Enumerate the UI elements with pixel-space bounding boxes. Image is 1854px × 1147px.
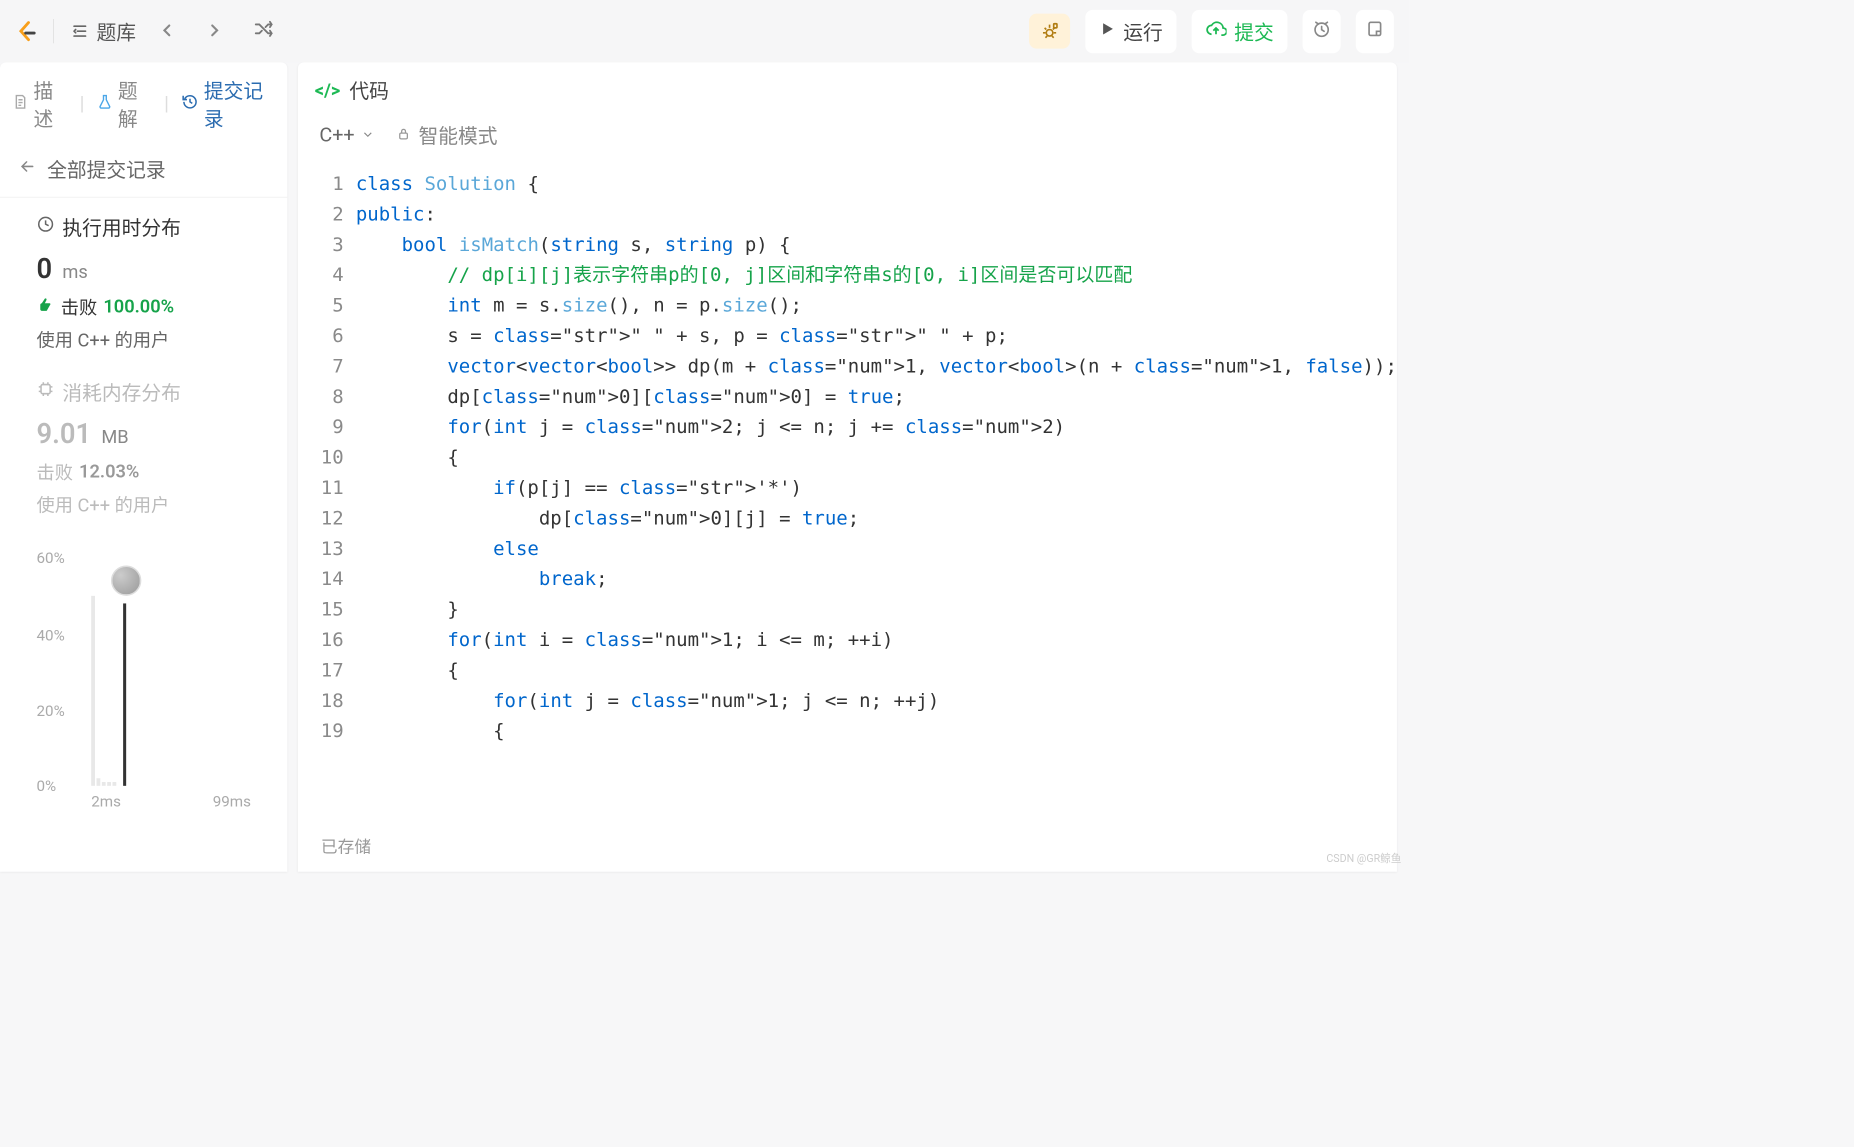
code-editor[interactable]: 12345678910111213141516171819 class Solu… xyxy=(298,166,1397,820)
memory-beat-prefix: 击败 xyxy=(36,458,72,485)
tab-divider: | xyxy=(164,93,169,116)
debug-button[interactable] xyxy=(1029,14,1070,49)
chart-bar xyxy=(107,782,111,786)
ytick: 20% xyxy=(36,701,64,719)
clap-icon xyxy=(36,295,54,318)
toolbar-divider xyxy=(53,19,54,43)
language-label: C++ xyxy=(319,124,354,147)
xtick-right: 99ms xyxy=(213,792,251,810)
prev-problem-button[interactable] xyxy=(151,16,183,47)
chip-icon xyxy=(36,380,54,404)
left-panel: 描述 | 题解 | 提交记录 xyxy=(0,62,287,871)
top-toolbar: 题库 运行 xyxy=(0,0,1409,62)
tab-history-label: 提交记录 xyxy=(204,76,274,132)
back-arrow-icon xyxy=(18,157,36,181)
runtime-value: 0 xyxy=(36,253,52,285)
next-problem-button[interactable] xyxy=(198,16,230,47)
runtime-title: 执行用时分布 xyxy=(62,213,181,241)
clock-outline-icon xyxy=(36,215,54,239)
tab-solution-label: 题解 xyxy=(118,76,152,132)
submission-tabs: 描述 | 题解 | 提交记录 xyxy=(0,62,287,147)
chart-bar xyxy=(97,778,101,786)
clock-icon xyxy=(1312,19,1332,44)
code-icon: </> xyxy=(315,79,340,100)
code-content[interactable]: class Solution {public: bool isMatch(str… xyxy=(356,169,1397,820)
notes-button[interactable] xyxy=(1356,10,1394,53)
list-icon xyxy=(69,21,90,42)
note-icon xyxy=(1365,19,1385,44)
chart-bars xyxy=(91,558,251,786)
ytick: 0% xyxy=(36,777,56,795)
tab-description-label: 描述 xyxy=(33,76,67,132)
chevron-down-icon xyxy=(361,124,375,147)
tab-divider: | xyxy=(80,93,85,116)
ytick: 40% xyxy=(36,626,64,644)
run-button[interactable]: 运行 xyxy=(1085,10,1176,53)
timer-button[interactable] xyxy=(1303,10,1341,53)
flask-icon xyxy=(97,93,114,116)
submit-label: 提交 xyxy=(1234,17,1274,45)
code-panel: </> 代码 C++ 智能模式 12345678910111 xyxy=(298,62,1397,871)
runtime-unit: ms xyxy=(62,261,87,282)
chart-bar xyxy=(102,782,106,786)
chart-bar xyxy=(113,782,117,786)
runtime-beat-pct: 100.00% xyxy=(103,295,174,316)
leetcode-logo-icon[interactable] xyxy=(15,20,38,43)
doc-icon xyxy=(12,93,29,116)
ytick: 60% xyxy=(36,549,64,567)
editor-mode[interactable]: 智能模式 xyxy=(396,121,498,149)
problemset-label: 题库 xyxy=(97,17,137,45)
runtime-beat-suffix: 使用 C++ 的用户 xyxy=(36,325,169,352)
lock-icon xyxy=(396,124,411,147)
tab-history[interactable]: 提交记录 xyxy=(181,76,274,132)
runtime-block: 执行用时分布 0 ms 击败 100.00% 使用 C++ 的用户 xyxy=(36,213,250,352)
history-icon xyxy=(181,92,199,116)
memory-beat-pct: 12.03% xyxy=(79,460,139,481)
submission-back-row[interactable]: 全部提交记录 xyxy=(0,147,287,197)
submit-button[interactable]: 提交 xyxy=(1192,10,1288,53)
line-gutter: 12345678910111213141516171819 xyxy=(298,169,356,820)
back-label: 全部提交记录 xyxy=(47,155,166,183)
code-header-label: 代码 xyxy=(349,76,389,104)
tab-solution[interactable]: 题解 xyxy=(97,76,152,132)
save-status: 已存储 xyxy=(321,838,371,857)
memory-beat-suffix: 使用 C++ 的用户 xyxy=(36,490,169,517)
chart-bar xyxy=(91,596,95,786)
language-select[interactable]: C++ xyxy=(319,124,374,147)
runtime-chart: 60% 40% 20% 0% 2ms 99ms xyxy=(0,543,287,817)
memory-title: 消耗内存分布 xyxy=(62,378,181,406)
cloud-upload-icon xyxy=(1205,18,1226,45)
memory-block: 消耗内存分布 9.01 MB 击败 12.03% 使用 C++ 的用户 xyxy=(36,378,250,517)
runtime-beat-prefix: 击败 xyxy=(61,293,97,320)
shuffle-button[interactable] xyxy=(245,15,281,48)
watermark: CSDN @GR鲸鱼 xyxy=(1326,850,1401,865)
xtick-left: 2ms xyxy=(91,792,121,810)
tab-description[interactable]: 描述 xyxy=(12,76,67,132)
mode-label: 智能模式 xyxy=(418,121,497,149)
play-icon xyxy=(1099,20,1116,43)
memory-value: 9.01 xyxy=(36,418,91,450)
memory-unit: MB xyxy=(101,426,128,447)
run-label: 运行 xyxy=(1123,17,1163,45)
problemset-button[interactable]: 题库 xyxy=(69,17,136,45)
